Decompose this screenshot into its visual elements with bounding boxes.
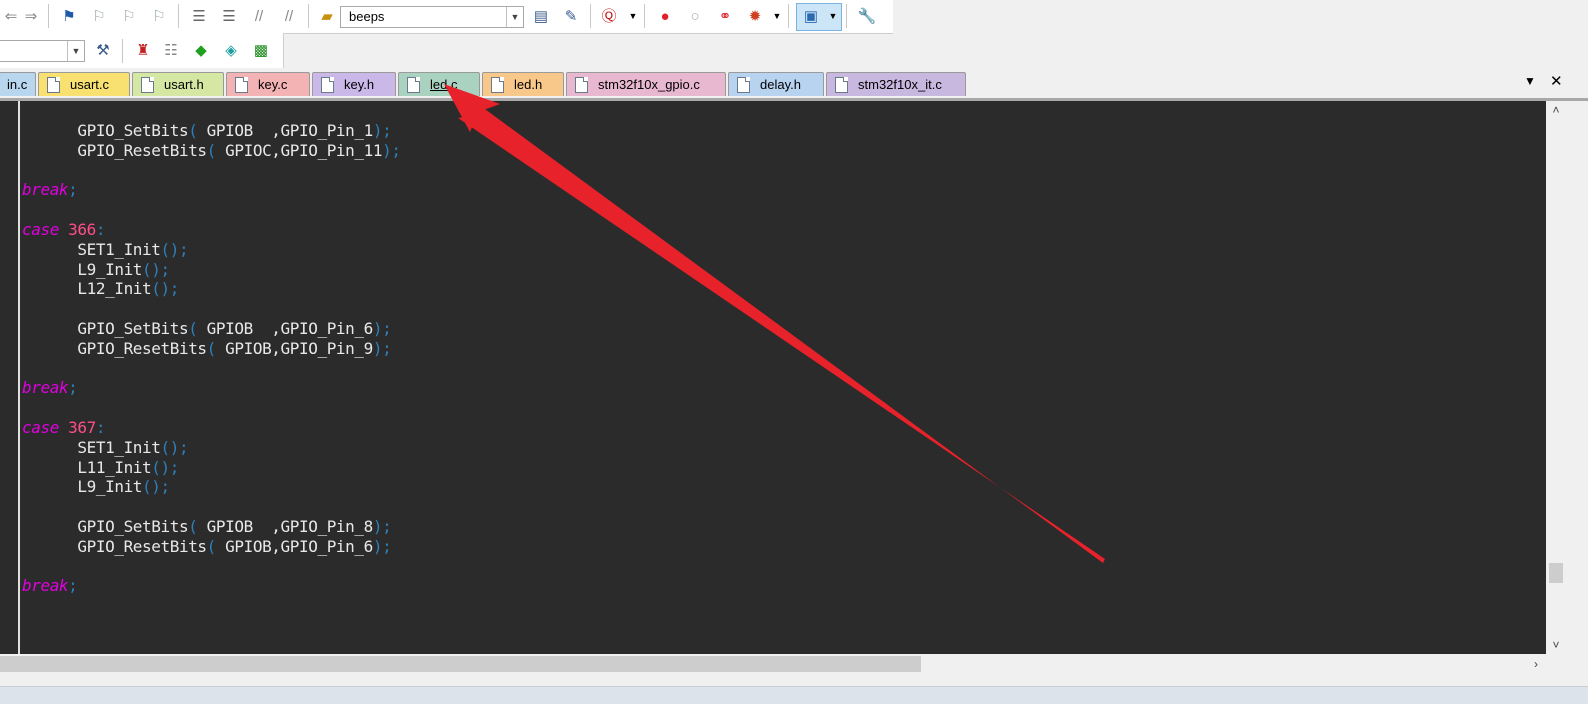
- run-environment-icon[interactable]: ◆: [190, 39, 212, 61]
- code-text[interactable]: GPIO_SetBits( GPIOB ,GPIO_Pin_1); GPIO_R…: [22, 121, 401, 596]
- side-strip: [1566, 101, 1588, 654]
- pack-installer-icon[interactable]: ◈: [220, 39, 242, 61]
- open-folder-icon[interactable]: ▰: [316, 5, 338, 27]
- next-bookmark-icon[interactable]: ⚐: [118, 5, 140, 27]
- replace-icon[interactable]: ✎: [560, 5, 582, 27]
- toolbar-build: ▼ ⚒ ♜ ☷ ◆ ◈ ▩: [0, 33, 284, 69]
- back-icon[interactable]: ⇐: [0, 5, 22, 27]
- tab-usart-c[interactable]: usart.c: [38, 72, 130, 96]
- toolbar-main: ⇐ ⇒ ⚑ ⚐ ⚐ ⚐ ☰ ☰ // // ▰ beeps ▼ ▤ ✎ Ⓠ ▼ …: [0, 0, 894, 34]
- file-icon: [491, 76, 504, 93]
- file-icon: [235, 76, 248, 93]
- find-in-files-icon[interactable]: ▤: [530, 5, 552, 27]
- tab-usart-h[interactable]: usart.h: [132, 72, 224, 96]
- scroll-up-icon[interactable]: ˄: [1546, 101, 1566, 119]
- tab-key-c[interactable]: key.c: [226, 72, 310, 96]
- chevron-down-icon[interactable]: ▼: [822, 5, 844, 27]
- tab-label: stm32f10x_it.c: [858, 77, 942, 92]
- toolbar-empty-area: [893, 0, 1588, 68]
- toolbar-separator: [48, 4, 49, 28]
- window-icon[interactable]: ▣: [800, 5, 822, 27]
- chevron-down-icon[interactable]: ▼: [766, 5, 788, 27]
- horizontal-scrollbar[interactable]: ›: [0, 654, 1546, 674]
- bottom-panel-edge: [0, 686, 1588, 704]
- scroll-right-icon[interactable]: ›: [1526, 654, 1546, 674]
- breakpoint-icon[interactable]: ●: [654, 5, 676, 27]
- scrollbar-thumb[interactable]: [0, 656, 921, 672]
- tab-label: in.c: [7, 77, 28, 92]
- tab-main-c[interactable]: in.c: [0, 72, 36, 96]
- tab-label: key.c: [258, 77, 288, 92]
- options-for-target-icon[interactable]: ⚒: [92, 39, 114, 61]
- chevron-down-icon[interactable]: ▼: [622, 5, 644, 27]
- close-icon[interactable]: ✕: [1550, 72, 1563, 90]
- breakpoint-disabled-icon[interactable]: ○: [684, 5, 706, 27]
- file-icon: [321, 76, 334, 93]
- bookmark-icon[interactable]: ⚑: [58, 5, 80, 27]
- tab-list-dropdown-icon[interactable]: ▼: [1524, 74, 1536, 88]
- tab-delay-h[interactable]: delay.h: [728, 72, 824, 96]
- file-extensions-icon[interactable]: ☷: [160, 39, 182, 61]
- file-icon: [407, 76, 420, 93]
- target-combo[interactable]: beeps ▼: [340, 6, 524, 28]
- tab-label: key.h: [344, 77, 375, 92]
- clear-bookmarks-icon[interactable]: ⚐: [148, 5, 170, 27]
- toolbar-separator: [788, 4, 789, 28]
- tab-key-h[interactable]: key.h: [312, 72, 396, 96]
- tab-led-c[interactable]: led.c: [398, 72, 480, 96]
- uncomment-icon[interactable]: //: [278, 5, 300, 27]
- chevron-down-icon[interactable]: ▼: [67, 41, 84, 61]
- select-packs-icon[interactable]: ▩: [250, 39, 272, 61]
- toolbar-separator: [178, 4, 179, 28]
- file-icon: [737, 76, 750, 93]
- tab-label: led.h: [514, 77, 543, 92]
- toolbar-separator: [590, 4, 591, 28]
- wrench-icon[interactable]: 🔧: [856, 5, 878, 27]
- manage-components-icon[interactable]: ♜: [132, 39, 154, 61]
- scroll-down-icon[interactable]: ˅: [1546, 636, 1566, 654]
- debug-start-icon[interactable]: Ⓠ: [598, 5, 620, 27]
- editor-gutter: [0, 101, 20, 654]
- tab-stm32f10x-gpio-c[interactable]: stm32f10x_gpio.c: [566, 72, 726, 96]
- toolbar-separator: [644, 4, 645, 28]
- indent-icon[interactable]: ☰: [188, 5, 210, 27]
- disable-breakpoints-icon[interactable]: ⚭: [714, 5, 736, 27]
- forward-icon[interactable]: ⇒: [20, 5, 42, 27]
- code-editor[interactable]: GPIO_SetBits( GPIOB ,GPIO_Pin_1); GPIO_R…: [0, 101, 1546, 654]
- target-combo-value: beeps: [349, 9, 385, 24]
- tab-label: led.c: [430, 77, 458, 92]
- editor-tab-bar: in.c usart.c usart.h key.c key.h led.c l…: [0, 68, 1588, 101]
- toolbar-separator: [846, 4, 847, 28]
- tab-stm32f10x-it-c[interactable]: stm32f10x_it.c: [826, 72, 966, 96]
- tab-label: stm32f10x_gpio.c: [598, 77, 700, 92]
- toolbar-separator: [122, 39, 123, 63]
- tab-label: usart.h: [164, 77, 204, 92]
- tab-label: usart.c: [70, 77, 110, 92]
- toolbar-separator: [308, 4, 309, 28]
- vertical-scrollbar[interactable]: ˄ ˅: [1546, 101, 1566, 654]
- prev-bookmark-icon[interactable]: ⚐: [88, 5, 110, 27]
- scrollbar-thumb[interactable]: [1549, 563, 1563, 583]
- file-icon: [141, 76, 154, 93]
- file-icon: [835, 76, 848, 93]
- kill-breakpoints-icon[interactable]: ✹: [744, 5, 766, 27]
- tab-label: delay.h: [760, 77, 801, 92]
- build-target-combo[interactable]: ▼: [0, 40, 85, 62]
- unindent-icon[interactable]: ☰: [218, 5, 240, 27]
- tab-led-h[interactable]: led.h: [482, 72, 564, 96]
- file-icon: [575, 76, 588, 93]
- comment-icon[interactable]: //: [248, 5, 270, 27]
- file-icon: [47, 76, 60, 93]
- chevron-down-icon[interactable]: ▼: [506, 7, 523, 27]
